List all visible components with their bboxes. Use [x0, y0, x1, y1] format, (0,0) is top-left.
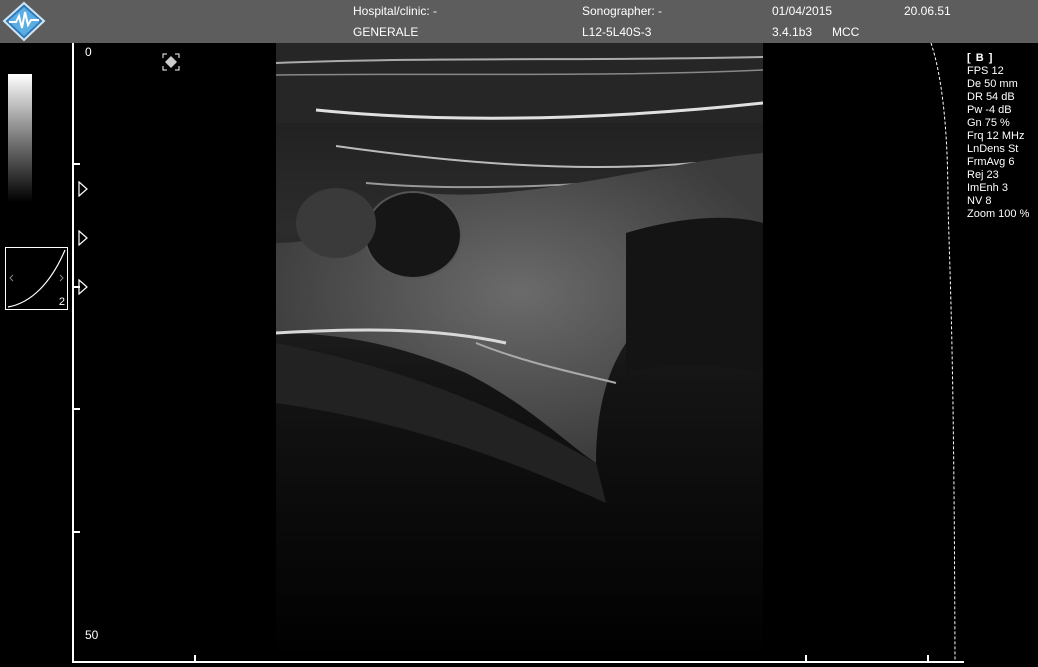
mode-indicator: [ B ] — [967, 52, 994, 64]
lateral-tick — [805, 655, 807, 661]
param-image-enhance: ImEnh 3 — [967, 182, 1008, 194]
focus-marker-icon[interactable] — [78, 230, 88, 246]
hospital-label: Hospital/clinic: - — [353, 4, 438, 18]
focus-marker-icon[interactable] — [78, 279, 88, 295]
mode-code-label: MCC — [832, 25, 860, 39]
depth-axis — [72, 43, 74, 663]
parameter-panel: [ B ] FPS 12 De 50 mm DR 54 dB Pw -4 dB … — [967, 52, 1037, 221]
gain-curve-number: 2 — [58, 296, 65, 308]
depth-bottom-label: 50 — [85, 628, 99, 642]
tgc-side-curve — [930, 43, 956, 663]
time-label: 20.06.51 — [904, 4, 951, 18]
param-depth: De 50 mm — [967, 78, 1018, 90]
param-frequency: Frq 12 MHz — [967, 130, 1025, 142]
depth-top-label: 0 — [85, 45, 92, 59]
param-reject: Rej 23 — [967, 169, 999, 181]
header-bar: Hospital/clinic: - GENERALE Sonographer:… — [0, 0, 1038, 43]
app-logo-icon[interactable] — [2, 1, 46, 42]
ultrasound-image[interactable] — [276, 43, 763, 661]
param-nv: NV 8 — [967, 195, 992, 207]
focus-marker-icon[interactable] — [78, 181, 88, 197]
param-power: Pw -4 dB — [967, 104, 1012, 116]
gain-curve-icon — [7, 249, 66, 308]
param-fps: FPS 12 — [967, 65, 1004, 77]
probe-label: L12-5L40S-3 — [582, 25, 652, 39]
param-gain: Gn 75 % — [967, 117, 1010, 129]
gain-curve-box[interactable]: 2 — [5, 247, 68, 310]
roi-handle-icon[interactable] — [162, 53, 180, 71]
lateral-tick — [194, 655, 196, 661]
date-label: 01/04/2015 — [772, 4, 833, 18]
depth-tick — [74, 163, 80, 165]
department-label: GENERALE — [353, 25, 419, 39]
version-label: 3.4.1b3 — [772, 25, 813, 39]
param-zoom: Zoom 100 % — [967, 208, 1030, 220]
grayscale-bar — [8, 74, 32, 202]
lateral-axis — [72, 661, 964, 663]
depth-tick — [74, 408, 80, 410]
param-dynamic-range: DR 54 dB — [967, 91, 1015, 103]
param-frame-average: FrmAvg 6 — [967, 156, 1015, 168]
sonographer-label: Sonographer: - — [582, 4, 663, 18]
depth-tick — [74, 531, 80, 533]
param-line-density: LnDens St — [967, 143, 1019, 155]
